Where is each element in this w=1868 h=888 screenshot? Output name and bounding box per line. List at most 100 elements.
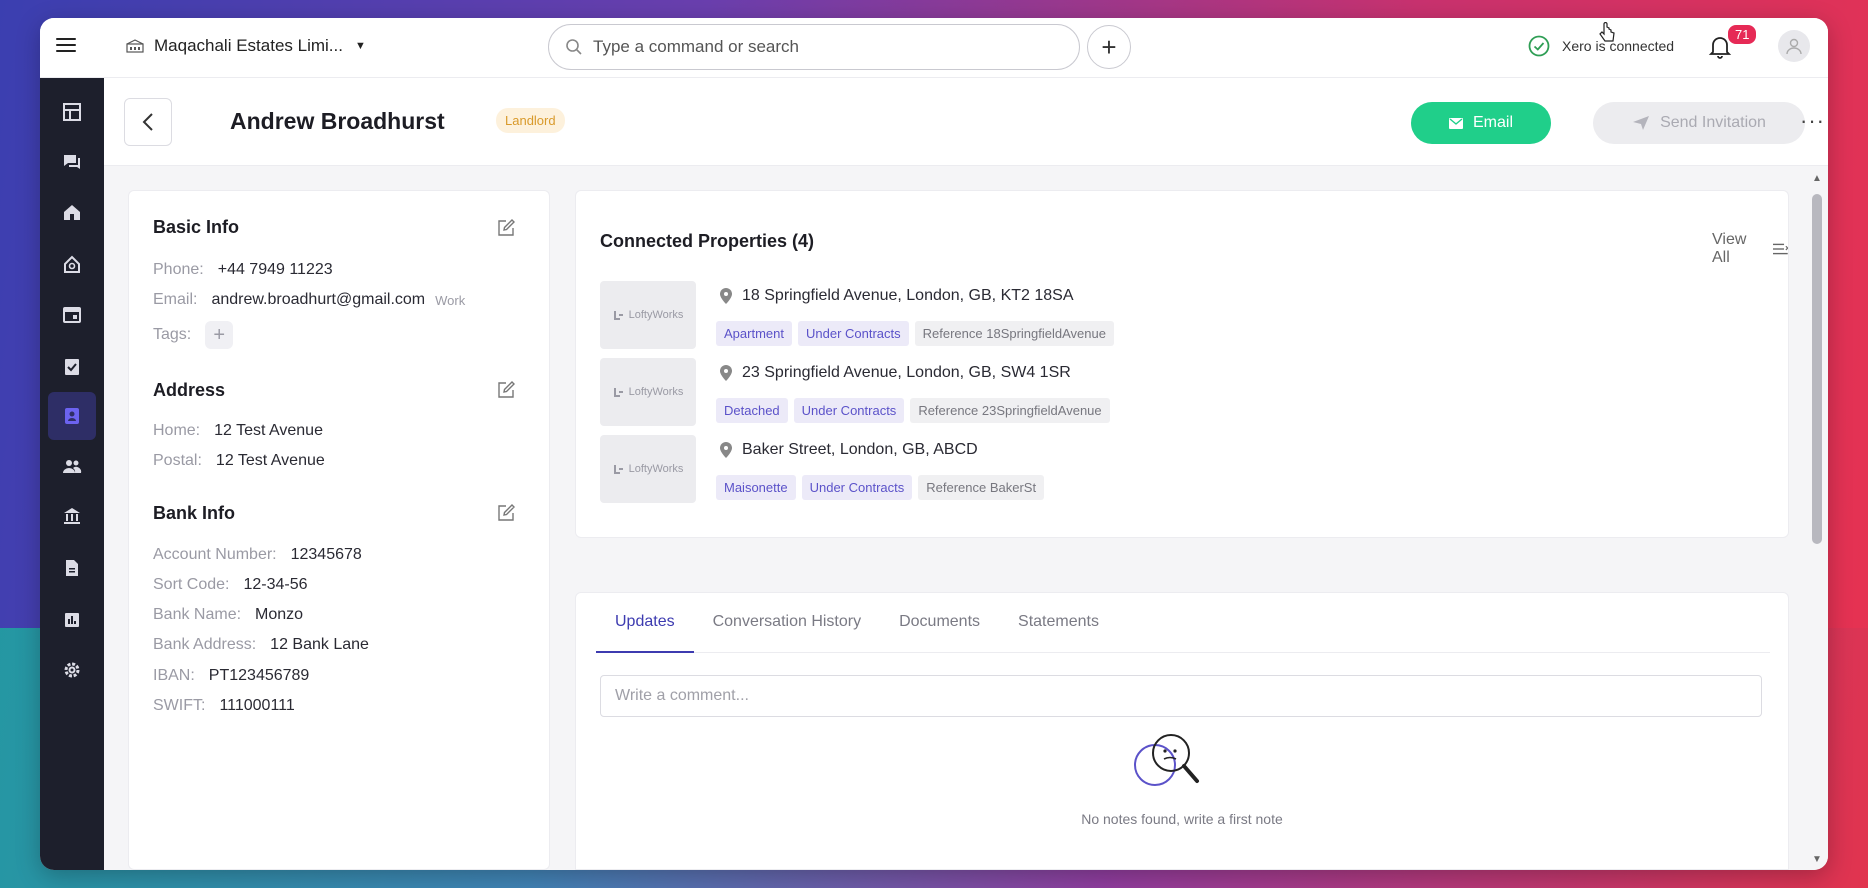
iban-value: PT123456789 <box>208 667 310 684</box>
back-button[interactable] <box>124 98 172 146</box>
loftyworks-logo-icon <box>613 465 623 474</box>
bank-name-value: Monzo <box>255 606 304 623</box>
location-pin-icon <box>720 288 732 304</box>
view-all-link[interactable]: View All <box>1712 231 1788 267</box>
top-bar: Maqachali Estates Limi... ▼ + Xero is co… <box>40 18 1828 78</box>
property-thumbnail: LoftyWorks <box>600 435 696 503</box>
email-label: Email: <box>153 291 198 308</box>
more-options-icon[interactable]: ··· <box>1800 108 1825 134</box>
tab-documents[interactable]: Documents <box>880 593 999 653</box>
send-invitation-label: Send Invitation <box>1660 114 1766 131</box>
thumbnail-label: LoftyWorks <box>628 309 684 321</box>
property-thumbnail: LoftyWorks <box>600 358 696 426</box>
app-window: Maqachali Estates Limi... ▼ + Xero is co… <box>40 18 1828 870</box>
property-address[interactable]: 18 Springfield Avenue, London, GB, KT2 1… <box>742 287 1074 305</box>
property-item[interactable]: LoftyWorks Baker Street, London, GB, ABC… <box>600 435 1500 505</box>
sidebar-item-calendar[interactable] <box>48 290 96 338</box>
bank-address-value: 12 Bank Lane <box>270 636 369 653</box>
sidebar-item-properties[interactable] <box>48 188 96 236</box>
role-badge: Landlord <box>496 108 565 133</box>
avatar[interactable] <box>1778 30 1810 62</box>
send-icon <box>1633 116 1650 130</box>
property-item[interactable]: LoftyWorks 23 Springfield Avenue, London… <box>600 358 1500 428</box>
bar-chart-icon <box>65 613 79 627</box>
search-icon <box>566 39 582 55</box>
user-icon <box>1786 38 1802 55</box>
property-address[interactable]: Baker Street, London, GB, ABCD <box>742 441 978 459</box>
email-row: Email: andrew.broadhurt@gmail.com Work <box>153 291 465 309</box>
chat-icon <box>64 155 80 169</box>
caret-down-icon: ▼ <box>354 40 366 52</box>
gear-icon <box>64 662 80 678</box>
page-title: Andrew Broadhurst <box>230 108 445 134</box>
xero-status-text: Xero is connected <box>1562 38 1675 54</box>
envelope-icon <box>1448 117 1463 129</box>
thumbnail-label: LoftyWorks <box>628 463 684 475</box>
company-switcher[interactable]: Maqachali Estates Limi... ▼ <box>126 36 366 56</box>
location-pin-icon <box>720 365 732 381</box>
sidebar-item-documents[interactable] <box>48 544 96 592</box>
phone-value[interactable]: +44 7949 11223 <box>218 261 333 279</box>
property-item[interactable]: LoftyWorks 18 Springfield Avenue, London… <box>600 281 1500 351</box>
tab-bar: Updates Conversation History Documents S… <box>596 593 1770 653</box>
bank-name-label: Bank Name: <box>153 606 242 623</box>
bank-icon <box>64 508 80 524</box>
view-all-label: View All <box>1712 231 1747 266</box>
chevron-left-icon <box>142 113 153 131</box>
tab-updates[interactable]: Updates <box>596 593 694 653</box>
plus-icon: + <box>1101 31 1117 62</box>
property-type-tag: Apartment <box>716 321 792 346</box>
bank-info-title: Bank Info <box>153 503 236 523</box>
connected-properties-title: Connected Properties (4) <box>600 231 815 251</box>
edit-basic-info-icon[interactable] <box>497 219 515 237</box>
scrollbar-thumb[interactable] <box>1812 194 1822 544</box>
property-reference-tag: Reference 23SpringfieldAvenue <box>910 398 1110 423</box>
add-tag-button[interactable]: + <box>205 321 234 349</box>
postal-label: Postal: <box>153 452 202 469</box>
connected-properties-card: Connected Properties (4) View All LoftyW… <box>575 190 1789 538</box>
sidebar-item-search-properties[interactable] <box>48 240 96 288</box>
property-address[interactable]: 23 Springfield Avenue, London, GB, SW4 1… <box>742 364 1071 382</box>
calendar-icon <box>63 307 81 323</box>
email-button-label: Email <box>1472 114 1513 131</box>
scroll-up-icon[interactable]: ▲ <box>1812 173 1822 184</box>
iban-label: IBAN: <box>153 667 195 684</box>
loftyworks-logo-icon <box>613 311 623 320</box>
sidebar-item-people[interactable] <box>48 442 96 490</box>
sidebar-item-dashboard[interactable] <box>48 88 96 136</box>
home-address-row: Home: 12 Test Avenue <box>153 422 323 440</box>
dashboard-icon <box>63 103 81 121</box>
home-icon <box>64 205 80 220</box>
email-value[interactable]: andrew.broadhurt@gmail.com <box>211 291 425 309</box>
property-reference-tag: Reference BakerSt <box>918 475 1045 500</box>
sidebar-item-messages[interactable] <box>48 138 96 186</box>
basic-info-title: Basic Info <box>153 217 240 237</box>
edit-bank-info-icon[interactable] <box>497 504 515 522</box>
document-icon <box>66 560 78 576</box>
sidebar-item-reports[interactable] <box>48 596 96 644</box>
property-type-tag: Detached <box>716 398 788 423</box>
sidebar-item-contacts[interactable] <box>48 392 96 440</box>
property-reference-tag: Reference 18SpringfieldAvenue <box>914 321 1114 346</box>
add-button[interactable]: + <box>1087 25 1131 69</box>
home-label: Home: <box>153 422 201 439</box>
edit-address-icon[interactable] <box>497 381 515 399</box>
comment-input[interactable] <box>600 675 1762 717</box>
swift-label: SWIFT: <box>153 697 206 714</box>
tab-statements[interactable]: Statements <box>999 593 1118 653</box>
postal-address-row: Postal: 12 Test Avenue <box>153 452 325 470</box>
activity-card: Updates Conversation History Documents S… <box>575 592 1789 870</box>
tab-conversation-history[interactable]: Conversation History <box>694 593 881 653</box>
sidebar-item-banking[interactable] <box>48 492 96 540</box>
search-input[interactable] <box>593 37 1033 57</box>
phone-label: Phone: <box>153 261 204 278</box>
sidebar-item-tasks[interactable] <box>48 342 96 390</box>
sidebar-item-settings[interactable] <box>48 646 96 694</box>
send-invitation-button[interactable]: Send Invitation <box>1593 102 1805 144</box>
scroll-down-icon[interactable]: ▼ <box>1812 854 1822 865</box>
search-box[interactable] <box>548 24 1080 70</box>
menu-icon[interactable] <box>56 38 76 54</box>
clipboard-check-icon <box>65 359 79 375</box>
property-status-tag: Under Contracts <box>793 398 905 423</box>
email-button[interactable]: Email <box>1411 102 1551 144</box>
